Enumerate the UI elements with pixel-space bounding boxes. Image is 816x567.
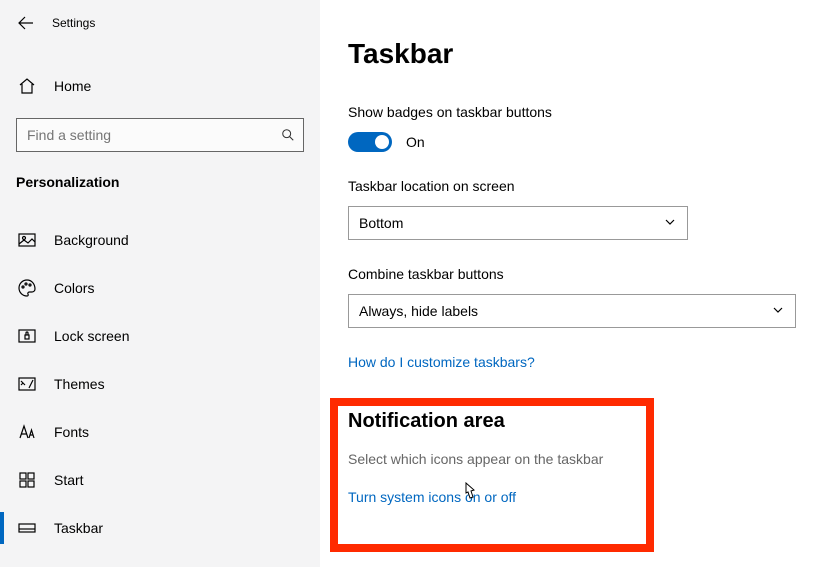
palette-icon xyxy=(18,279,36,297)
nav-label: Themes xyxy=(54,376,105,392)
chevron-down-icon xyxy=(771,303,785,320)
nav-start[interactable]: Start xyxy=(0,456,320,504)
fonts-icon xyxy=(18,423,36,441)
themes-icon xyxy=(18,375,36,393)
badges-toggle[interactable] xyxy=(348,132,392,152)
nav-fonts[interactable]: Fonts xyxy=(0,408,320,456)
chevron-down-icon xyxy=(663,215,677,232)
nav-themes[interactable]: Themes xyxy=(0,360,320,408)
nav-taskbar[interactable]: Taskbar xyxy=(0,504,320,552)
search-box[interactable] xyxy=(16,118,304,152)
dropdown-value: Bottom xyxy=(359,215,403,231)
category-title: Personalization xyxy=(0,152,320,202)
badges-state: On xyxy=(406,134,425,150)
nav-label: Fonts xyxy=(54,424,89,440)
window-title: Settings xyxy=(52,16,95,30)
nav-lock-screen[interactable]: Lock screen xyxy=(0,312,320,360)
search-input[interactable] xyxy=(17,127,273,143)
image-icon xyxy=(18,231,36,249)
taskbar-icon xyxy=(18,519,36,537)
combine-buttons-label: Combine taskbar buttons xyxy=(348,266,816,282)
main-pane: Taskbar Show badges on taskbar buttons O… xyxy=(320,0,816,567)
customize-taskbars-link[interactable]: How do I customize taskbars? xyxy=(348,354,535,370)
combine-buttons-dropdown[interactable]: Always, hide labels xyxy=(348,294,796,328)
nav-label: Taskbar xyxy=(54,520,103,536)
home-icon xyxy=(18,77,36,95)
page-title: Taskbar xyxy=(348,38,816,70)
taskbar-location-dropdown[interactable]: Bottom xyxy=(348,206,688,240)
sidebar: Settings Home Personalization xyxy=(0,0,320,567)
badges-label: Show badges on taskbar buttons xyxy=(348,104,816,120)
nav-list: Background Colors Lock screen xyxy=(0,216,320,552)
dropdown-value: Always, hide labels xyxy=(359,303,478,319)
home-label: Home xyxy=(54,78,91,94)
select-icons-link[interactable]: Select which icons appear on the taskbar xyxy=(348,451,603,467)
search-icon xyxy=(273,128,303,142)
lock-screen-icon xyxy=(18,327,36,345)
nav-label: Start xyxy=(54,472,84,488)
home-nav[interactable]: Home xyxy=(0,66,320,106)
nav-label: Background xyxy=(54,232,129,248)
start-icon xyxy=(18,471,36,489)
nav-background[interactable]: Background xyxy=(0,216,320,264)
nav-label: Colors xyxy=(54,280,94,296)
back-button[interactable] xyxy=(18,15,34,31)
nav-label: Lock screen xyxy=(54,328,129,344)
notification-area-heading: Notification area xyxy=(348,410,816,433)
taskbar-location-label: Taskbar location on screen xyxy=(348,178,816,194)
title-bar: Settings xyxy=(0,0,320,46)
nav-colors[interactable]: Colors xyxy=(0,264,320,312)
system-icons-link[interactable]: Turn system icons on or off xyxy=(348,489,516,505)
